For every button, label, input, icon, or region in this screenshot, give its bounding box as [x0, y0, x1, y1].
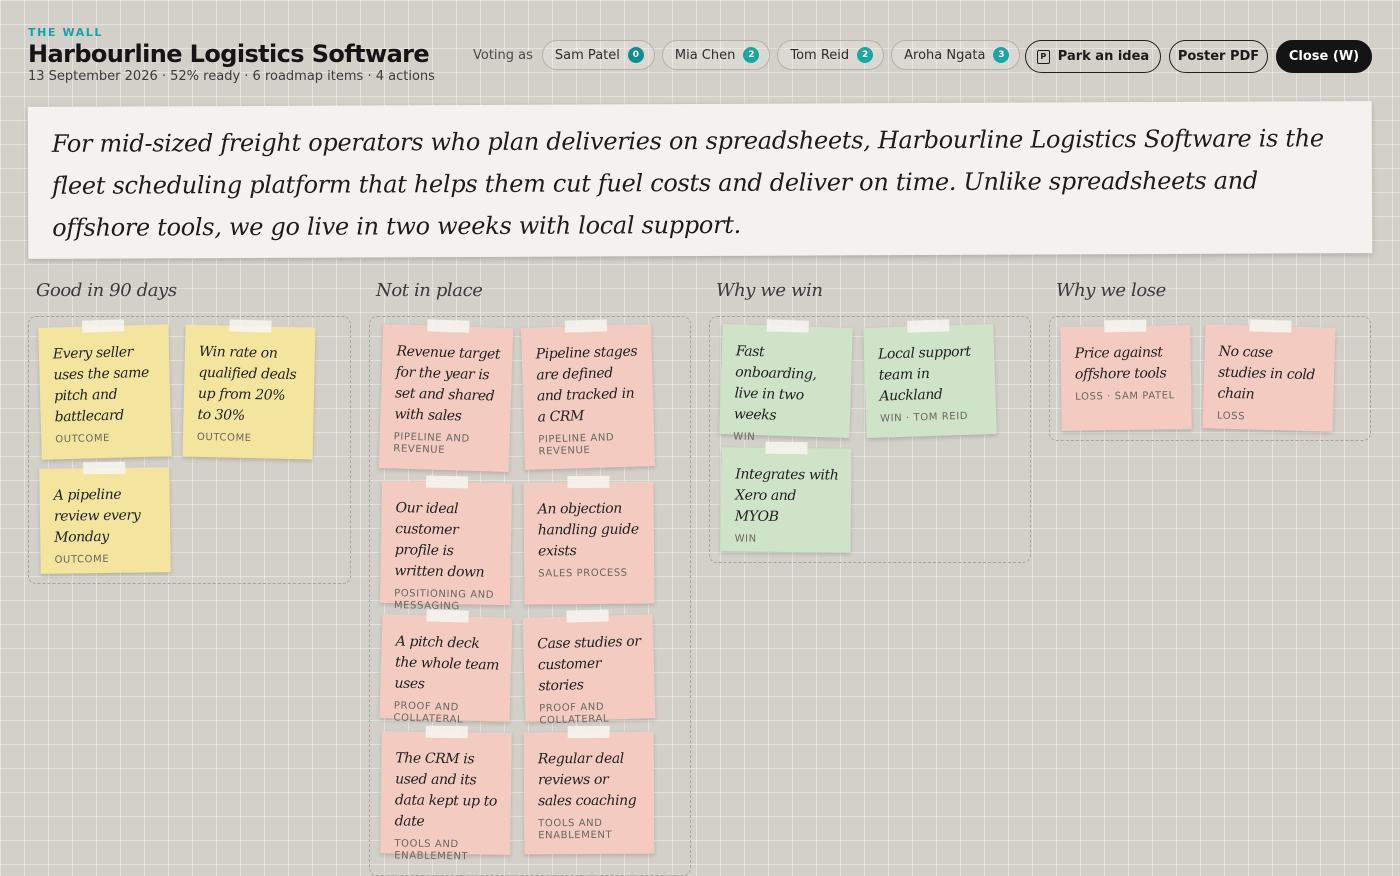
- note-text: Local support team in Auckland: [877, 343, 971, 405]
- column-heading-why-we-win: Why we win: [716, 280, 823, 301]
- tape: [766, 319, 809, 333]
- sticky-note[interactable]: No case studies in cold chain LOSS: [1202, 319, 1336, 432]
- note-text: Case studies or customer stories: [537, 633, 641, 695]
- voter-name: Tom Reid: [790, 47, 850, 63]
- vote-count-badge: 0: [627, 47, 644, 63]
- sticky-note[interactable]: A pitch deck the whole team uses PROOF A…: [379, 609, 513, 726]
- sticky-note[interactable]: The CRM is used and its data kept up to …: [380, 725, 512, 862]
- tape: [426, 609, 469, 623]
- vote-count-badge: 2: [743, 47, 760, 63]
- note-text: The CRM is used and its data kept up to …: [394, 750, 498, 830]
- sticky-note[interactable]: Pipeline stages are defined and tracked …: [520, 319, 656, 470]
- note-text: A pipeline review every Monday: [53, 486, 141, 546]
- page-meta: 13 September 2026 · 52% ready · 6 roadma…: [28, 69, 435, 84]
- parking-icon: P: [1036, 49, 1050, 64]
- close-button[interactable]: Close (W): [1276, 40, 1372, 73]
- voter-chip-tom-reid[interactable]: Tom Reid 2: [777, 40, 885, 70]
- note-tag: WIN · TOM REID: [879, 410, 969, 425]
- tape: [1249, 319, 1292, 333]
- tape: [567, 475, 610, 489]
- note-tag: WIN: [734, 533, 757, 545]
- voting-label: Voting as: [473, 47, 533, 63]
- tape: [567, 725, 610, 739]
- note-tag: LOSS: [1216, 410, 1246, 423]
- tape: [425, 475, 469, 489]
- park-idea-label: Park an idea: [1057, 49, 1150, 64]
- sticky-note[interactable]: Fast onboarding, live in two weeks WIN: [719, 319, 853, 443]
- note-tag: PROOF AND COLLATERAL: [393, 700, 464, 726]
- note-text: A pitch deck the whole team uses: [394, 633, 500, 693]
- voter-chip-aroha-ngata[interactable]: Aroha Ngata 3: [891, 40, 1021, 70]
- sticky-note[interactable]: Revenue target for the year is set and s…: [378, 319, 514, 473]
- column-heading-not-in-place: Not in place: [376, 280, 483, 301]
- column-heading-why-we-lose: Why we lose: [1056, 280, 1166, 301]
- tape: [907, 319, 950, 333]
- note-text: Fast onboarding, live in two weeks: [733, 343, 817, 424]
- voter-name: Mia Chen: [674, 47, 736, 63]
- voter-name: Sam Patel: [554, 47, 620, 63]
- park-idea-button[interactable]: P Park an idea: [1025, 40, 1161, 73]
- positioning-statement-card: For mid-sized freight operators who plan…: [27, 101, 1373, 259]
- sticky-note[interactable]: Win rate on qualified deals up from 20% …: [182, 319, 316, 460]
- note-tag: TOOLS AND ENABLEMENT: [538, 817, 613, 842]
- section-eyebrow: THE WALL: [28, 26, 104, 39]
- voter-name: Aroha Ngata: [904, 47, 986, 63]
- sticky-note[interactable]: Integrates with Xero and MYOB WIN: [720, 441, 852, 553]
- tape: [765, 441, 808, 455]
- note-text: No case studies in cold chain: [1217, 343, 1316, 403]
- note-text: Every seller uses the same pitch and bat…: [52, 344, 150, 426]
- sticky-note[interactable]: An objection handling guide exists SALES…: [523, 475, 655, 605]
- sticky-note[interactable]: Our ideal customer profile is written do…: [379, 475, 513, 612]
- sticky-note[interactable]: Case studies or customer stories PROOF A…: [522, 609, 656, 726]
- page-title: Harbourline Logistics Software: [28, 40, 430, 68]
- note-tag: SALES PROCESS: [538, 567, 628, 580]
- note-tag: LOSS · SAM PATEL: [1075, 390, 1175, 403]
- note-tag: OUTCOME: [55, 432, 111, 446]
- note-tag: PROOF AND COLLATERAL: [538, 701, 610, 727]
- tape: [81, 319, 125, 333]
- sticky-note[interactable]: A pipeline review every Monday OUTCOME: [39, 461, 171, 574]
- positioning-statement: For mid-sized freight operators who plan…: [51, 124, 1324, 242]
- note-tag: PIPELINE AND REVENUE: [393, 431, 470, 456]
- note-text: Price against offshore tools: [1074, 344, 1167, 383]
- note-text: Our ideal customer profile is written do…: [394, 500, 485, 581]
- tape: [229, 319, 272, 333]
- vote-count-badge: 2: [857, 47, 874, 63]
- vote-count-badge: 3: [993, 47, 1010, 63]
- sticky-note[interactable]: Local support team in Auckland WIN · TOM…: [863, 319, 997, 439]
- note-text: Integrates with Xero and MYOB: [734, 466, 839, 525]
- note-text: Regular deal reviews or sales coaching: [537, 750, 637, 810]
- sticky-note[interactable]: Every seller uses the same pitch and bat…: [38, 319, 172, 460]
- voter-chip-mia-chen[interactable]: Mia Chen 2: [661, 40, 771, 70]
- column-heading-good-in-90-days: Good in 90 days: [36, 280, 177, 301]
- tape: [1104, 319, 1147, 333]
- note-text: Pipeline stages are defined and tracked …: [535, 343, 638, 426]
- note-text: An objection handling guide exists: [537, 500, 639, 560]
- tape: [427, 319, 470, 333]
- poster-pdf-button[interactable]: Poster PDF: [1169, 40, 1268, 73]
- tape: [425, 725, 468, 739]
- note-text: Revenue target for the year is set and s…: [394, 343, 501, 425]
- sticky-note[interactable]: Regular deal reviews or sales coaching T…: [523, 725, 655, 855]
- note-tag: OUTCOME: [196, 431, 252, 445]
- tape: [566, 609, 609, 623]
- tape: [564, 319, 608, 333]
- voter-chip-sam-patel[interactable]: Sam Patel 0: [541, 40, 655, 70]
- tape: [83, 461, 126, 475]
- sticky-note[interactable]: Price against offshore tools LOSS · SAM …: [1060, 319, 1192, 431]
- voting-bar: Voting as Sam Patel 0 Mia Chen 2 Tom Rei…: [473, 40, 1021, 70]
- note-tag: PIPELINE AND REVENUE: [538, 432, 615, 458]
- note-tag: OUTCOME: [54, 553, 110, 566]
- note-text: Win rate on qualified deals up from 20% …: [197, 343, 297, 424]
